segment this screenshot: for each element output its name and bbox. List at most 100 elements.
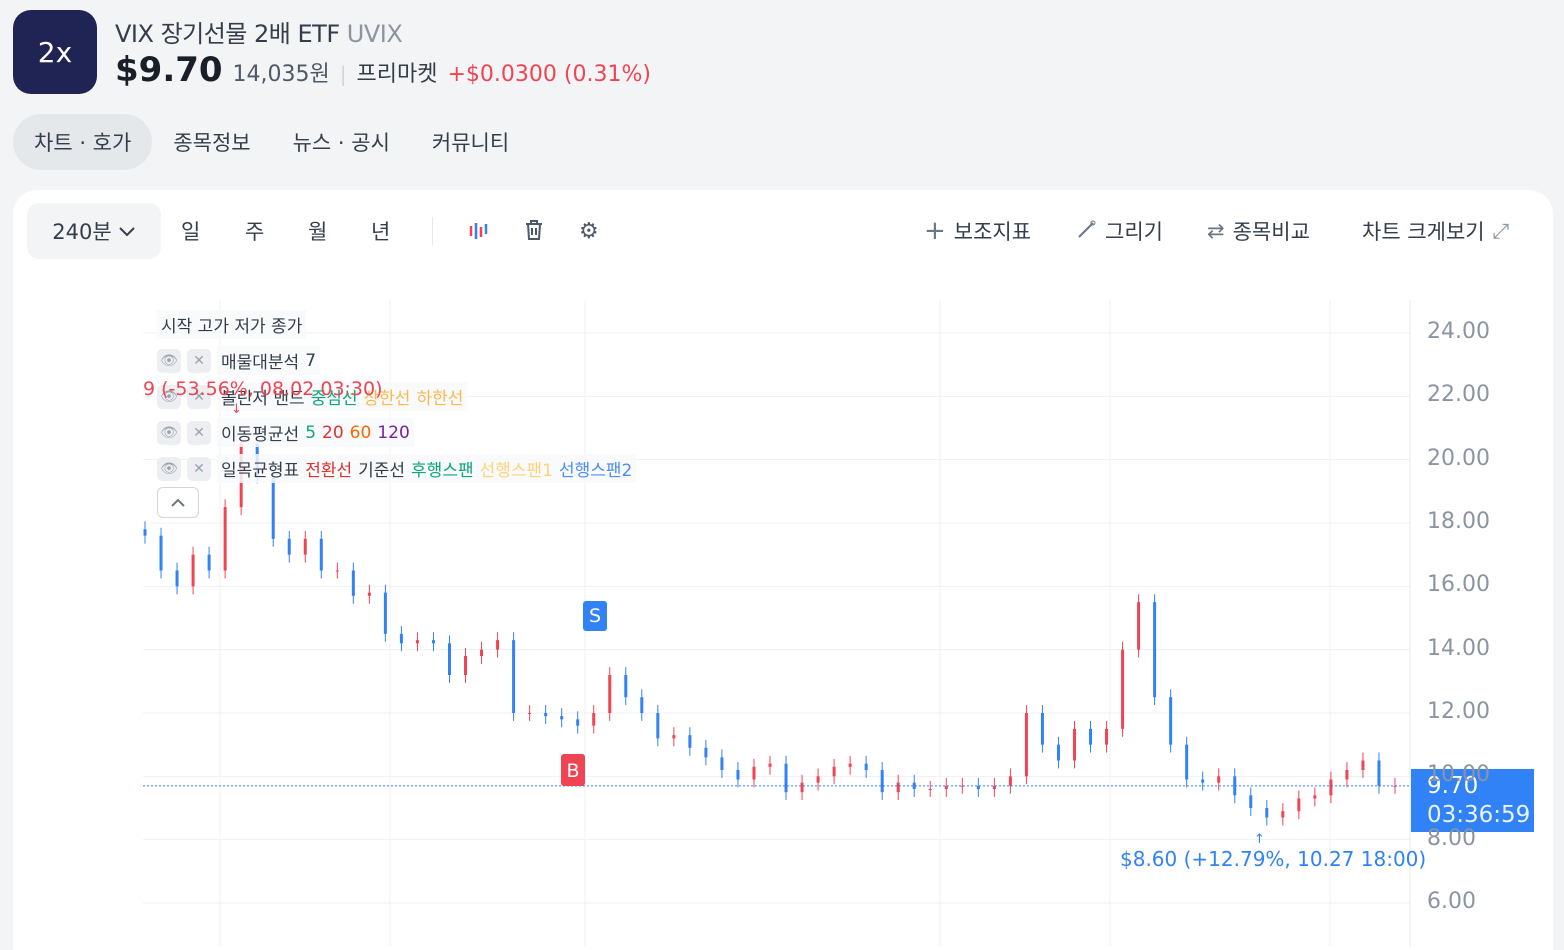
candle-body [351,570,355,596]
y-tick-label: 10.00 [1427,762,1490,788]
candle-body [1313,795,1317,799]
indicator-param: 선행스팬2 [559,461,633,481]
candle-body [464,656,468,675]
candle-body [928,789,932,790]
candle-body [1040,713,1044,745]
candle-body [1345,770,1349,780]
legend-row: 👁 ✕ 이동평균선 5 20 60 120 [157,418,414,447]
candle-body [656,713,660,739]
candle-body [1249,795,1253,808]
candle-body [784,763,788,793]
candle-body [832,766,836,777]
candle-body [592,713,596,726]
candle-body [864,763,868,770]
legend-row: 👁 ✕ 일목균형표 전환선 기준선 후행스팬 선행스팬1 선행스팬2 [157,454,637,483]
candle-body [1329,779,1333,796]
candle-body [383,592,387,634]
candle-body [1201,779,1205,783]
candle-body [287,538,291,555]
indicator-param: 하한선 [416,389,464,409]
y-tick-label: 6.00 [1427,889,1476,914]
candle-body [848,763,852,767]
eye-icon[interactable]: 👁 [157,348,181,373]
y-tick-label: 8.00 [1427,825,1476,851]
candle-body [447,643,451,675]
indicator-param: 120 [377,422,410,443]
candle-body [431,640,435,644]
y-tick-label: 18.00 [1427,509,1490,534]
close-icon[interactable]: ✕ [187,456,211,481]
candle-body [512,640,516,713]
candle-body [496,640,500,650]
arrow-down-icon: ↓ [231,402,242,417]
close-icon[interactable]: ✕ [187,420,211,445]
candle-body [640,697,644,713]
high-annotation: 9 (-53.56%, 08.02 03:30) [143,378,383,400]
candle-body [223,507,227,571]
candle-body [335,570,339,572]
candle-body [800,782,804,793]
candle-body [399,633,403,644]
indicator-param: 후행스팬 [411,461,474,481]
collapse-legend-button[interactable] [157,487,199,518]
candle-body [271,475,275,539]
candle-body [415,640,419,644]
candle-body [704,747,708,758]
candle-body [1169,697,1173,745]
candle-body [896,782,900,793]
candle-body [1024,713,1028,777]
candle-body [207,554,211,571]
y-tick-label: 16.00 [1427,572,1490,598]
candle-body [191,554,195,587]
candle-body [544,713,548,717]
indicator-param: 7 [305,350,317,371]
candle-body [1281,811,1285,818]
candle-body [303,538,307,555]
indicator-param: 60 [349,422,372,443]
legend-ohlc: 시작 고가 저가 종가 [157,310,307,339]
candle-body [1217,776,1221,783]
candle-body [768,763,772,767]
candle-body [576,719,580,726]
eye-icon[interactable]: 👁 [157,456,181,481]
indicator-param: 20 [322,422,344,443]
candle-body [1361,760,1365,770]
sell-marker[interactable]: S [583,601,607,631]
y-tick-label: 14.00 [1427,635,1490,661]
candle-body [1121,649,1125,729]
candle-body [1105,728,1109,745]
y-tick-label: 22.00 [1427,382,1490,408]
candle-body [1377,760,1381,786]
candle-body [624,675,628,698]
candle-body [1008,776,1012,786]
close-icon[interactable]: ✕ [187,348,211,373]
candle-body [736,770,740,780]
ohlc-label: 시작 고가 저가 종가 [157,310,307,339]
buy-marker[interactable]: B [561,754,585,786]
candle-body [159,535,163,571]
candle-body [1056,744,1060,761]
arrow-up-icon: ↑ [1254,832,1265,847]
candle-body [1137,602,1141,650]
candle-body [480,649,484,656]
candle-body [688,735,692,748]
eye-icon[interactable]: 👁 [157,420,181,445]
indicator-name: 매물대분석 [221,353,300,373]
indicator-param: 기준선 [358,461,406,481]
candle-body [143,529,147,536]
y-tick-label: 20.00 [1427,445,1490,471]
legend-row: 👁 ✕ 매물대분석 7 [157,346,321,375]
indicator-param: 5 [305,422,317,443]
indicator-name: 이동평균선 [221,425,300,445]
candle-body [1072,728,1076,761]
candle-body [175,570,179,587]
candle-body [367,592,371,596]
indicator-param: 전환선 [305,461,353,481]
candle-body [1185,744,1189,780]
candle-body [1297,798,1301,812]
candle-body [560,716,564,720]
candle-body [528,713,532,714]
candle-body [319,538,323,571]
candle-body [1089,728,1093,745]
candle-body [752,766,756,780]
